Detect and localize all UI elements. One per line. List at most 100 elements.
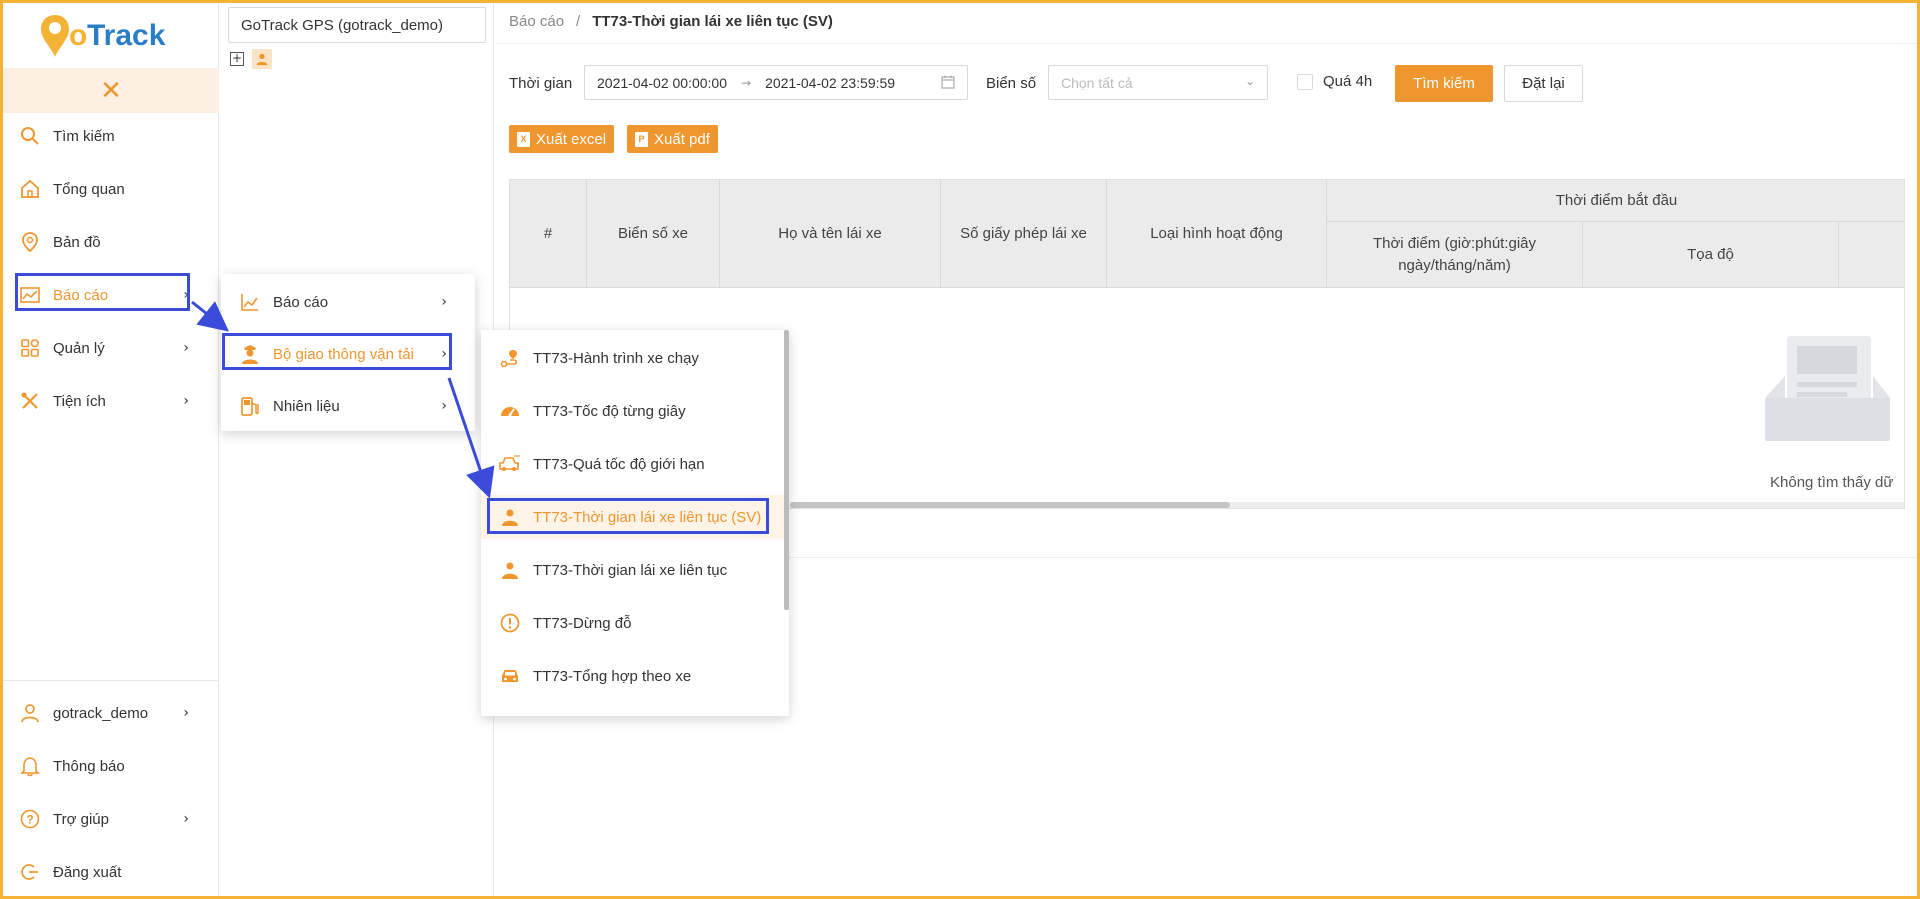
- tree-root-row: +: [230, 49, 272, 69]
- submenu-item-reports[interactable]: Báo cáo ›: [221, 280, 475, 324]
- chevron-right-icon: ›: [183, 287, 189, 303]
- date-from-field[interactable]: 2021-04-02 00:00:00: [597, 75, 727, 91]
- submenu-item-label: Nhiên liệu: [273, 397, 340, 415]
- submenu-item-fuel[interactable]: Nhiên liệu ›: [221, 384, 475, 428]
- reset-button[interactable]: Đặt lại: [1504, 65, 1583, 102]
- close-icon[interactable]: ✕: [100, 78, 122, 104]
- excel-file-icon: X: [517, 131, 530, 147]
- submenu-item-tt73-speed-per-second[interactable]: TT73-Tốc độ từng giây: [481, 389, 784, 433]
- nav-item-label: gotrack_demo: [53, 704, 149, 722]
- submenu-item-label: Bộ giao thông vận tải: [273, 345, 414, 363]
- nav-item-logout[interactable]: Đăng xuất: [3, 852, 219, 892]
- over-4h-option[interactable]: Quá 4h: [1297, 73, 1372, 90]
- col-header-plate: Biển số xe: [587, 180, 720, 288]
- calendar-icon[interactable]: [941, 75, 955, 89]
- col-header-driver-name: Họ và tên lái xe: [720, 180, 941, 288]
- user-group-icon[interactable]: [252, 49, 272, 69]
- fuel-icon: [239, 395, 261, 417]
- driver-icon: [499, 559, 521, 581]
- nav-item-label: Quản lý: [53, 339, 105, 357]
- account-select[interactable]: GoTrack GPS (gotrack_demo): [228, 7, 486, 43]
- plate-select[interactable]: Chọn tất cả ⌄: [1048, 65, 1268, 100]
- breadcrumb-parent[interactable]: Báo cáo: [509, 13, 564, 30]
- over-4h-label: Quá 4h: [1323, 73, 1373, 90]
- vehicle-tree-panel: GoTrack GPS (gotrack_demo) +: [220, 3, 494, 896]
- search-button[interactable]: Tìm kiếm: [1395, 65, 1493, 102]
- sidebar-collapse-bar[interactable]: ✕: [3, 68, 219, 113]
- speedometer-icon: [499, 400, 521, 422]
- nav-item-utilities[interactable]: Tiện ích ›: [3, 381, 219, 421]
- breadcrumb: Báo cáo / TT73-Thời gian lái xe liên tục…: [509, 13, 833, 30]
- scrollbar-thumb[interactable]: [790, 502, 1230, 508]
- home-icon: [19, 178, 41, 200]
- line-chart-icon: [239, 291, 261, 313]
- bell-icon: [19, 755, 41, 777]
- chevron-right-icon: ›: [441, 346, 447, 362]
- col-header-start-time: Thời điểm (giờ:phút:giây ngày/tháng/năm): [1327, 222, 1583, 288]
- submenu-item-label: TT73-Dừng đỗ: [533, 614, 632, 632]
- submenu-item-tt73-continuous-driving[interactable]: TT73-Thời gian lái xe liên tục: [481, 548, 784, 592]
- date-range-picker[interactable]: 2021-04-02 00:00:00 → 2021-04-02 23:59:5…: [584, 65, 968, 100]
- submenu-item-tt73-stops[interactable]: TT73-Dừng đỗ: [481, 601, 784, 645]
- car-icon: [499, 665, 521, 687]
- nav-item-reports[interactable]: Báo cáo ›: [3, 275, 219, 315]
- submenu-item-tt73-summary-by-vehicle[interactable]: TT73-Tổng hợp theo xe: [481, 654, 784, 698]
- submenu-item-tt73-over-speed[interactable]: TT73-Quá tốc độ giới hạn: [481, 442, 784, 486]
- map-pin-icon: [19, 231, 41, 253]
- submenu-item-transport-ministry[interactable]: Bộ giao thông vận tải ›: [221, 332, 475, 376]
- submenu-item-tt73-route[interactable]: TT73-Hành trình xe chạy: [481, 336, 784, 380]
- nav-item-map[interactable]: Bản đồ: [3, 222, 219, 262]
- export-pdf-label: Xuất pdf: [654, 130, 710, 148]
- transport-reports-submenu: TT73-Hành trình xe chạy TT73-Tốc độ từng…: [481, 330, 789, 716]
- submenu-item-label: TT73-Tốc độ từng giây: [533, 402, 686, 420]
- nav-item-label: Đăng xuất: [53, 863, 122, 881]
- chevron-right-icon: ›: [183, 393, 189, 409]
- nav-item-label: Tìm kiếm: [53, 127, 115, 145]
- submenu-scrollbar[interactable]: [784, 330, 789, 716]
- col-header-extra: [1839, 222, 1904, 288]
- export-pdf-button[interactable]: P Xuất pdf: [627, 125, 718, 153]
- chart-icon: [19, 284, 41, 306]
- user-icon: [19, 702, 41, 724]
- chevron-down-icon: ⌄: [1244, 74, 1255, 88]
- nav-item-help[interactable]: ? Trợ giúp ›: [3, 799, 219, 839]
- gotrack-logo[interactable]: o Track: [39, 11, 189, 61]
- submenu-item-label: TT73-Thời gian lái xe liên tục: [533, 561, 728, 579]
- export-excel-label: Xuất excel: [536, 130, 607, 148]
- submenu-item-label: TT73-Quá tốc độ giới hạn: [533, 455, 705, 473]
- plate-label: Biển số: [986, 75, 1037, 92]
- svg-text:o: o: [69, 19, 87, 52]
- over-4h-checkbox[interactable]: [1297, 73, 1313, 90]
- submenu-item-tt73-continuous-driving-sv[interactable]: TT73-Thời gian lái xe liên tục (SV): [481, 495, 784, 539]
- nav-item-label: Thông báo: [53, 757, 125, 775]
- nav-item-label: Bản đồ: [53, 233, 101, 251]
- nav-item-notifications[interactable]: Thông báo: [3, 746, 219, 786]
- nav-item-overview[interactable]: Tổng quan: [3, 169, 219, 209]
- col-header-start-coord: Tọa độ: [1583, 222, 1839, 288]
- svg-text:?: ?: [26, 813, 33, 827]
- nav-item-search[interactable]: Tìm kiếm: [3, 116, 219, 156]
- table-horizontal-scrollbar[interactable]: [790, 502, 1904, 508]
- breadcrumb-separator: /: [576, 13, 581, 30]
- expand-icon[interactable]: +: [230, 52, 244, 66]
- date-to-field[interactable]: 2021-04-02 23:59:59: [765, 75, 895, 91]
- nav-item-management[interactable]: Quản lý ›: [3, 328, 219, 368]
- col-header-index: #: [510, 180, 587, 288]
- car-speed-icon: [499, 453, 521, 475]
- time-label: Thời gian: [509, 75, 573, 92]
- plate-placeholder: Chọn tất cả: [1061, 74, 1133, 91]
- scrollbar-thumb[interactable]: [784, 330, 789, 610]
- nav-item-account[interactable]: gotrack_demo ›: [3, 693, 219, 733]
- alert-circle-icon: [499, 612, 521, 634]
- pdf-file-icon: P: [635, 131, 648, 147]
- submenu-item-label: TT73-Hành trình xe chạy: [533, 349, 699, 367]
- export-excel-button[interactable]: X Xuất excel: [509, 125, 615, 153]
- reports-submenu: Báo cáo › Bộ giao thông vận tải › Nhiên …: [221, 274, 475, 431]
- submenu-item-label: TT73-Thời gian lái xe liên tục (SV): [533, 508, 762, 526]
- chevron-right-icon: ›: [183, 811, 189, 827]
- logout-icon: [19, 861, 41, 883]
- svg-text:Track: Track: [87, 19, 166, 52]
- arrow-right-icon: →: [741, 75, 752, 90]
- col-header-operation-type: Loại hình hoạt động: [1107, 180, 1327, 288]
- empty-state-text: Không tìm thấy dữ: [1770, 474, 1894, 491]
